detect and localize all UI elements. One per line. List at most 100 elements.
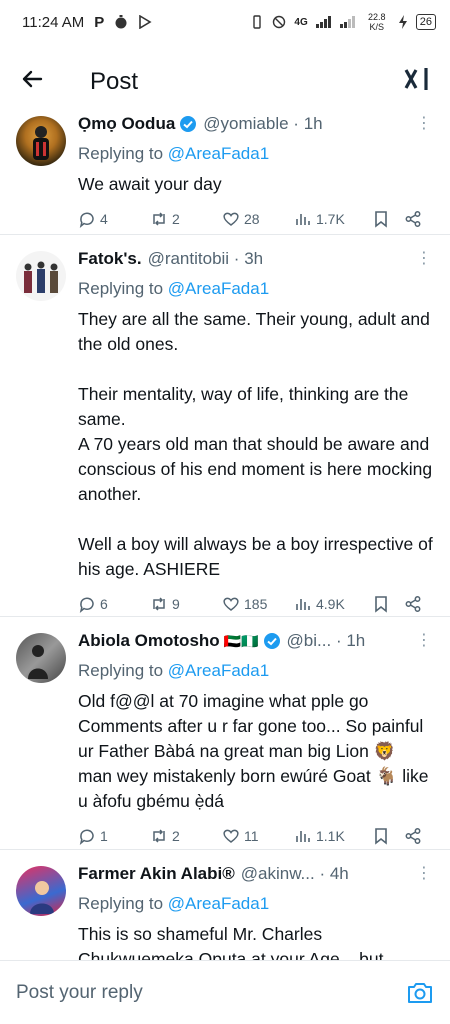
more-options-icon[interactable]: ⋮ [416, 112, 434, 136]
more-options-icon[interactable]: ⋮ [416, 247, 434, 271]
top-app-bar: Post [0, 56, 450, 108]
more-options-icon[interactable]: ⋮ [416, 862, 434, 886]
repost-button[interactable]: 2 [150, 210, 222, 228]
tweet-header: Farmer Akin Alabi® @akinw... · 4h ⋮ [78, 862, 434, 886]
timer-icon [115, 15, 127, 29]
x-ai-logo-icon [404, 67, 428, 90]
network-speed: 22.8 K/S [367, 12, 386, 32]
views-chart-icon [296, 831, 310, 842]
mention-link[interactable]: @AreaFada1 [168, 279, 269, 298]
reply-input[interactable]: Post your reply [16, 982, 143, 1004]
camera-button[interactable] [406, 979, 434, 1007]
tweet-text: Old f@@l at 70 imagine what pple go Comm… [78, 691, 429, 811]
battery-level: 26 [415, 14, 436, 30]
avatar[interactable] [16, 633, 66, 683]
bookmark-icon [375, 211, 387, 228]
tweet-content: Ọmọ Oodua @yomiable · 1h ⋮ Replying to @… [78, 112, 434, 234]
reply-icon [79, 597, 94, 613]
verified-badge-icon [180, 116, 197, 132]
like-button[interactable]: 185 [222, 595, 294, 613]
back-button[interactable] [20, 66, 60, 98]
display-name[interactable]: Abiola Omotosho [78, 629, 220, 653]
like-button[interactable]: 11 [222, 827, 294, 845]
tweet-text: This is so shameful Mr. Charles Chukwuem… [78, 924, 384, 960]
tweet-time: 1h [303, 114, 323, 133]
tweet-actions: 4 2 28 1.7K [78, 207, 434, 231]
mention-link[interactable]: @AreaFada1 [168, 661, 269, 680]
charging-icon [398, 15, 407, 29]
repost-icon [153, 597, 165, 611]
heart-icon [223, 597, 239, 611]
views-chart-icon [296, 599, 310, 610]
reply-button[interactable]: 4 [78, 210, 150, 228]
share-button[interactable] [404, 210, 428, 228]
signal-icon [315, 16, 331, 28]
views-button[interactable]: 4.9K [294, 595, 372, 613]
tweet-header: Ọmọ Oodua @yomiable · 1h ⋮ [78, 112, 434, 136]
replying-to: Replying to @AreaFada1 [78, 144, 270, 163]
replying-to: Replying to @AreaFada1 [78, 894, 270, 913]
repost-button[interactable]: 2 [150, 827, 222, 845]
display-name[interactable]: Fatok's. [78, 247, 142, 271]
repost-button[interactable]: 9 [150, 595, 222, 613]
views-button[interactable]: 1.1K [294, 827, 372, 845]
bookmark-button[interactable] [372, 210, 404, 228]
flags: 🇦🇪🇳🇬 [223, 633, 259, 649]
repost-icon [153, 212, 165, 226]
reply-tweet[interactable]: Fatok's. @rantitobii · 3h ⋮ Replying to … [0, 235, 450, 617]
tweet-text: We await your day [78, 174, 222, 194]
user-handle[interactable]: @yomiable [203, 112, 288, 136]
share-icon [405, 211, 421, 227]
tweet-text: They are all the same. Their young, adul… [78, 309, 433, 579]
share-icon [405, 828, 421, 844]
bookmark-icon [375, 828, 387, 845]
tweet-header: Fatok's. @rantitobii · 3h ⋮ [78, 247, 434, 271]
display-name[interactable]: Ọmọ Oodua [78, 112, 175, 136]
avatar[interactable] [16, 866, 66, 916]
avatar[interactable] [16, 116, 66, 166]
bookmark-button[interactable] [372, 595, 404, 613]
replying-to: Replying to @AreaFada1 [78, 279, 270, 298]
tweet-content: Fatok's. @rantitobii · 3h ⋮ Replying to … [78, 247, 434, 616]
user-handle[interactable]: @bi... [287, 629, 332, 653]
reply-icon [79, 829, 94, 845]
share-icon [405, 596, 421, 612]
reply-tweet[interactable]: Abiola Omotosho 🇦🇪🇳🇬 @bi... · 1h ⋮ Reply… [0, 617, 450, 850]
views-chart-icon [296, 214, 310, 225]
user-handle[interactable]: @akinw... [241, 862, 315, 886]
like-button[interactable]: 28 [222, 210, 294, 228]
user-handle[interactable]: @rantitobii [148, 247, 230, 271]
reply-feed: Ọmọ Oodua @yomiable · 1h ⋮ Replying to @… [0, 112, 450, 960]
status-right: 4G 22.8 K/S 26 [250, 12, 436, 32]
arrow-left-icon [22, 70, 43, 88]
mention-link[interactable]: @AreaFada1 [168, 144, 269, 163]
display-name[interactable]: Farmer Akin Alabi® [78, 862, 235, 886]
views-button[interactable]: 1.7K [294, 210, 372, 228]
tweet-content: Farmer Akin Alabi® @akinw... · 4h ⋮ Repl… [78, 862, 434, 960]
tweet-time: 3h [244, 249, 264, 268]
tweet-time: 1h [346, 631, 366, 650]
reply-tweet[interactable]: Farmer Akin Alabi® @akinw... · 4h ⋮ Repl… [0, 850, 450, 960]
reply-tweet[interactable]: Ọmọ Oodua @yomiable · 1h ⋮ Replying to @… [0, 112, 450, 235]
repost-icon [153, 829, 165, 843]
reply-composer[interactable]: Post your reply [0, 960, 450, 1024]
reply-button[interactable]: 6 [78, 595, 150, 613]
share-button[interactable] [404, 827, 428, 845]
heart-icon [223, 212, 239, 226]
play-store-icon [139, 15, 152, 29]
signal-icon-2 [339, 16, 355, 28]
share-button[interactable] [404, 595, 428, 613]
reply-button[interactable]: 1 [78, 827, 150, 845]
heart-icon [223, 829, 239, 843]
dnd-icon [273, 15, 286, 29]
avatar[interactable] [16, 251, 66, 301]
camera-icon [408, 982, 432, 1003]
status-bar: 11:24 AM P 4G 22.8 K/S 26 [0, 0, 450, 44]
avatar-person-icon [28, 645, 48, 679]
mention-link[interactable]: @AreaFada1 [168, 894, 269, 913]
more-options-icon[interactable]: ⋮ [416, 629, 434, 653]
bookmark-button[interactable] [372, 827, 404, 845]
grok-logo-button[interactable] [404, 66, 430, 99]
tweet-actions: 1 2 11 1.1K [78, 824, 434, 848]
tweet-content: Abiola Omotosho 🇦🇪🇳🇬 @bi... · 1h ⋮ Reply… [78, 629, 434, 849]
